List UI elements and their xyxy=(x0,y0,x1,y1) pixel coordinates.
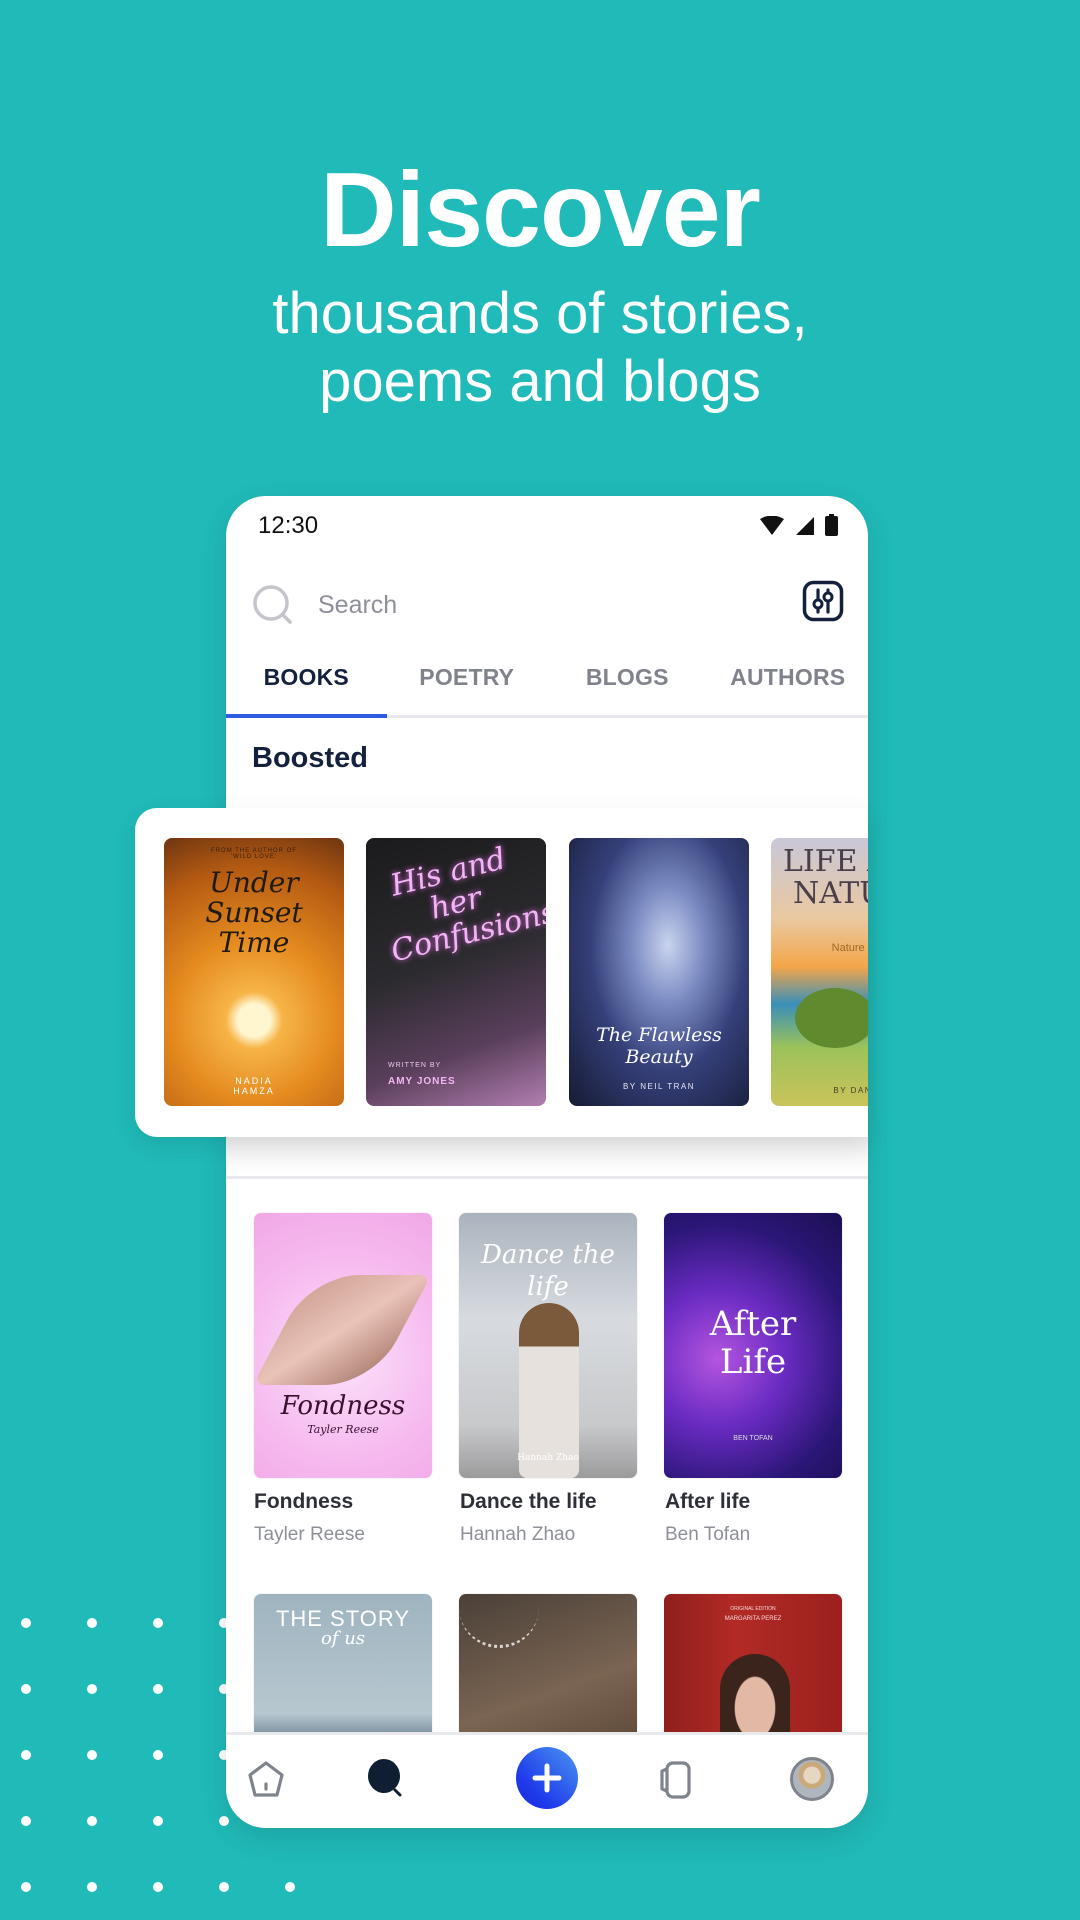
decorative-dot xyxy=(87,1684,97,1694)
cover-title: His and her Confusions xyxy=(387,841,546,970)
book-cover-after-life[interactable]: After Life BEN TOFAN xyxy=(664,1213,842,1478)
decorative-dot xyxy=(87,1816,97,1826)
decorative-dot xyxy=(153,1882,163,1892)
book-cover-fondness[interactable]: Fondness Tayler Reese xyxy=(254,1213,432,1478)
search-icon[interactable] xyxy=(252,584,294,626)
cover-art xyxy=(795,988,868,1048)
cover-kicker: FROM THE AUTHOR OF 'WILD LOVE' xyxy=(211,848,297,860)
hero-subtitle-line1: thousands of stories, xyxy=(272,281,808,346)
cover-art xyxy=(720,1654,790,1744)
status-time: 12:30 xyxy=(258,512,319,539)
cover-author: BEN TOFAN xyxy=(733,1435,773,1442)
cover-author: AMY JONES xyxy=(388,1076,456,1087)
battery-icon xyxy=(825,514,838,536)
wifi-icon xyxy=(760,516,784,535)
nav-home[interactable] xyxy=(236,1749,296,1809)
book-cover-the-flawless-beauty[interactable]: The Flawless Beauty BY NEIL TRAN xyxy=(569,838,749,1106)
tab-poetry[interactable]: POETRY xyxy=(387,656,548,715)
book-author[interactable]: Ben Tofan xyxy=(665,1524,750,1546)
avatar[interactable] xyxy=(790,1757,834,1801)
nav-profile[interactable] xyxy=(782,1749,842,1809)
cover-title: LIFE AND NATURE xyxy=(783,844,868,911)
nav-create[interactable] xyxy=(516,1747,578,1809)
decorative-dot xyxy=(87,1882,97,1892)
home-icon xyxy=(248,1761,284,1797)
cover-author: MARGARITA PEREZ xyxy=(724,1616,782,1622)
library-cards-icon xyxy=(660,1761,691,1799)
book-author[interactable]: Tayler Reese xyxy=(254,1524,365,1546)
cover-author: Tayler Reese xyxy=(307,1423,379,1436)
cover-author: BY NEIL TRAN xyxy=(622,1082,696,1091)
decorative-dot xyxy=(219,1882,229,1892)
cover-title: Under Sunset Time xyxy=(205,866,303,959)
tab-authors[interactable]: AUTHORS xyxy=(708,656,869,715)
cover-author: BY DANIEL xyxy=(833,1086,868,1095)
decorative-dot xyxy=(87,1750,97,1760)
cover-subtitle: Nature Bri... xyxy=(831,942,868,954)
book-title[interactable]: Dance the life xyxy=(460,1490,597,1514)
section-divider xyxy=(226,1176,868,1179)
decorative-dot xyxy=(87,1618,97,1628)
book-cover-dance-the-life[interactable]: Dance the life Hannah Zhao xyxy=(459,1213,637,1478)
create-button[interactable] xyxy=(516,1747,578,1809)
book-cover-his-and-her-confusions[interactable]: His and her Confusions WRITTEN BY AMY JO… xyxy=(366,838,546,1106)
decorative-dot xyxy=(21,1618,31,1628)
book-author[interactable]: Hannah Zhao xyxy=(460,1524,575,1546)
cover-title: Fondness xyxy=(280,1391,406,1421)
cover-subtitle: of us xyxy=(320,1628,366,1649)
hero-title: Discover xyxy=(320,151,761,269)
decorative-dot xyxy=(21,1750,31,1760)
decorative-dot xyxy=(153,1618,163,1628)
cover-art xyxy=(254,1275,432,1385)
tab-books[interactable]: BOOKS xyxy=(226,656,387,718)
cover-author: Hannah Zhao xyxy=(517,1453,579,1463)
nav-library[interactable] xyxy=(644,1749,704,1809)
decorative-dot xyxy=(153,1684,163,1694)
hero-subtitle-line2: poems and blogs xyxy=(319,349,761,414)
plus-icon xyxy=(532,1763,562,1793)
cover-title: After Life xyxy=(709,1304,797,1382)
boosted-carousel[interactable]: FROM THE AUTHOR OF 'WILD LOVE' Under Sun… xyxy=(135,808,868,1137)
search-input[interactable] xyxy=(318,584,718,626)
cover-kicker: WRITTEN BY xyxy=(388,1062,442,1069)
decorative-dot xyxy=(153,1750,163,1760)
cover-title: Dance the life xyxy=(481,1240,615,1302)
decorative-dot xyxy=(285,1882,295,1892)
decorative-dot xyxy=(21,1816,31,1826)
cover-art xyxy=(519,1303,579,1478)
filter-sliders-icon[interactable] xyxy=(802,580,844,622)
decorative-dot xyxy=(153,1816,163,1826)
category-tabs: BOOKS POETRY BLOGS AUTHORS xyxy=(226,656,868,718)
book-title[interactable]: After life xyxy=(665,1490,750,1514)
cover-author: NADIA HAMZA xyxy=(233,1076,275,1096)
cover-title: The Flawless Beauty xyxy=(596,1024,722,1068)
hero-subtitle: thousands of stories, poems and blogs xyxy=(0,280,1080,416)
panel-shadow xyxy=(226,1137,868,1173)
book-title[interactable]: Fondness xyxy=(254,1490,353,1514)
cover-kicker: ORIGINAL EDITION xyxy=(730,1606,776,1612)
decorative-dot xyxy=(21,1882,31,1892)
cellular-signal-icon xyxy=(796,517,814,535)
book-cover-under-sunset-time[interactable]: FROM THE AUTHOR OF 'WILD LOVE' Under Sun… xyxy=(164,838,344,1106)
section-title-boosted: Boosted xyxy=(252,742,368,774)
book-cover-life-and-nature[interactable]: LIFE AND NATURE Nature Bri... BY DANIEL xyxy=(771,838,868,1106)
decorative-dot xyxy=(21,1684,31,1694)
phone-screen: 12:30 BOOKS POETRY BLOGS AUTHORS Boosted… xyxy=(226,496,868,1828)
bottom-nav xyxy=(226,1732,868,1828)
search-icon xyxy=(368,1759,402,1797)
cover-art xyxy=(459,1608,539,1648)
nav-search[interactable] xyxy=(356,1749,416,1809)
status-icons xyxy=(759,514,838,536)
tab-blogs[interactable]: BLOGS xyxy=(547,656,708,715)
